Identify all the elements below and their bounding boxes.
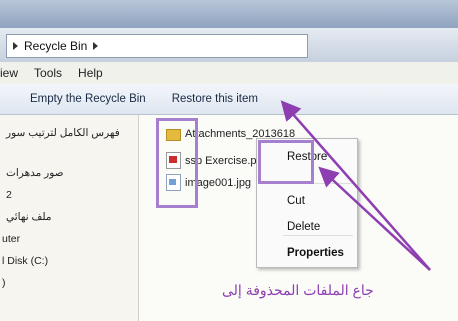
arrow-to-context-restore: [318, 166, 431, 271]
annotation-caption: جاع الملفات المحذوفة إلى: [222, 282, 374, 298]
arrow-to-restore-button: [280, 100, 431, 271]
annotation-arrows: [280, 100, 431, 271]
